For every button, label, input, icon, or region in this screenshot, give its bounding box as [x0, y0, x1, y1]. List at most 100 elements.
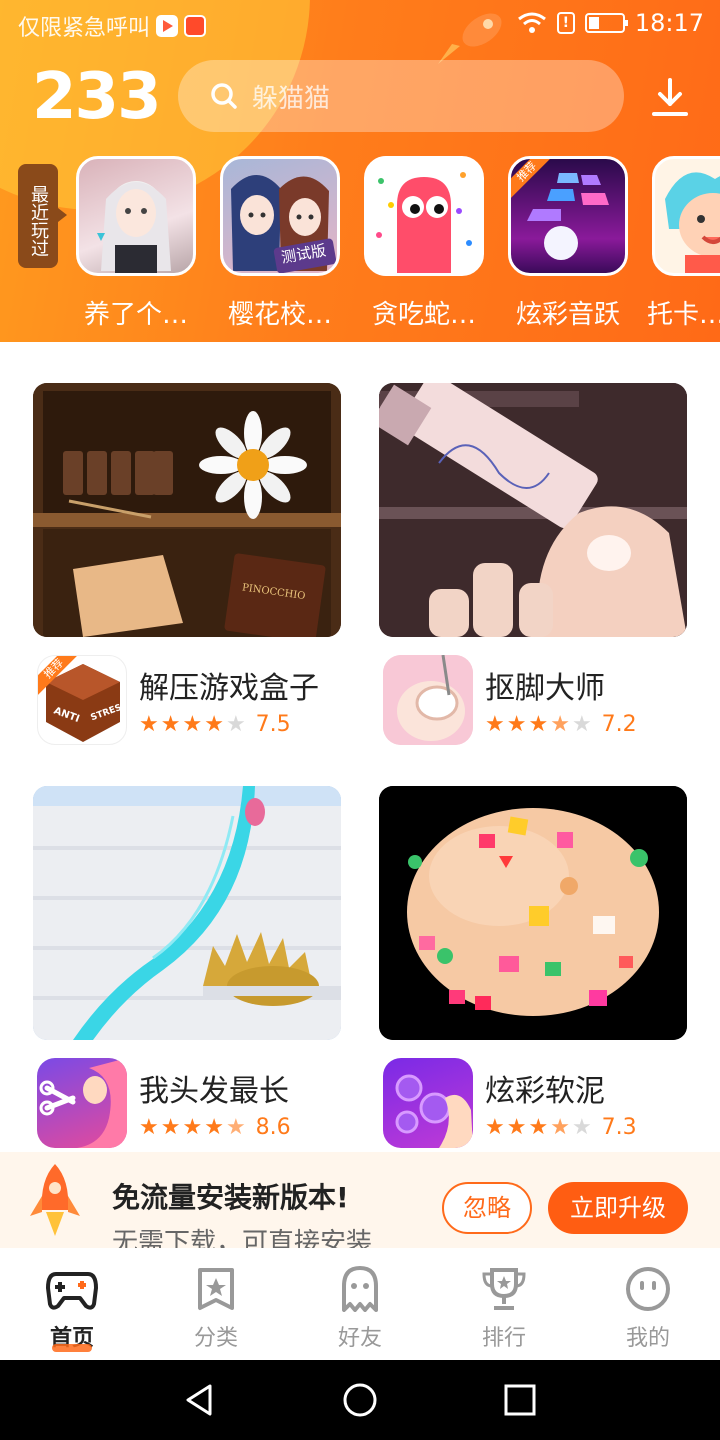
recommend-badge: 推荐: [38, 656, 78, 696]
home-icon[interactable]: [342, 1382, 378, 1418]
search-placeholder: 躲猫猫: [252, 83, 331, 114]
tab-ranking[interactable]: 排行: [432, 1248, 576, 1360]
smiley-profile-icon: [626, 1267, 670, 1311]
game-score: 7.5: [255, 712, 291, 737]
game-card[interactable]: 抠脚大师 ★ ★ ★ ★ ★ 7.2: [379, 383, 689, 747]
star-icon: ★: [204, 712, 224, 737]
tab-category[interactable]: 分类: [144, 1248, 288, 1360]
recently-played-list: 养了个… 测试版 樱花校… 贪吃蛇… 推荐 炫彩音跃 托卡…: [76, 156, 720, 331]
game-title: 我头发最长: [139, 1074, 289, 1109]
recently-played-tag: 最近玩过: [18, 164, 67, 268]
tab-home[interactable]: 首页: [0, 1248, 144, 1360]
recent-game-item[interactable]: 推荐 炫彩音跃: [508, 156, 628, 331]
tab-profile[interactable]: 我的: [576, 1248, 720, 1360]
rocket-icon: [30, 1164, 80, 1236]
recent-game-item[interactable]: 托卡…: [647, 156, 720, 331]
status-time: 18:17: [634, 9, 704, 37]
game-rating: ★ ★ ★ ★ ★ 7.2: [485, 711, 637, 739]
game-screenshot[interactable]: PINOCCHIO: [33, 383, 341, 637]
snake-icon: [364, 156, 484, 276]
star-icon: ★: [528, 712, 549, 737]
star-icon: ★: [506, 1115, 527, 1140]
recent-game-name: 托卡…: [647, 300, 720, 330]
play-notification-icon: [156, 15, 179, 37]
sakura-school-icon: 测试版: [220, 156, 340, 276]
anime-girl-icon: [76, 156, 196, 276]
game-screenshot[interactable]: [379, 383, 687, 637]
header: 仅限紧急呼叫 ! 18:17 233 躲猫猫 最近玩过 养了个… 测试版 樱花校…: [0, 0, 720, 342]
recent-game-item[interactable]: 养了个…: [76, 156, 196, 331]
recent-game-item[interactable]: 贪吃蛇…: [364, 156, 484, 331]
upgrade-now-button[interactable]: 立即升级: [548, 1182, 688, 1234]
star-icon: ★: [528, 1115, 549, 1140]
longest-hair-app-icon[interactable]: [37, 1058, 127, 1148]
game-rating: ★ ★ ★ ★ ★ 8.6: [139, 1114, 291, 1142]
star-icon: ★: [506, 712, 527, 737]
recommend-badge: 推荐: [511, 159, 551, 199]
star-icon: ★: [160, 1115, 181, 1140]
download-icon[interactable]: [650, 76, 690, 120]
star-icon: ★: [160, 712, 181, 737]
game-title: 炫彩软泥: [485, 1074, 605, 1109]
star-icon: ★: [139, 712, 159, 737]
foot-master-app-icon[interactable]: [383, 655, 473, 745]
star-icon: ★: [225, 712, 246, 737]
ignore-button[interactable]: 忽略: [442, 1182, 532, 1234]
slime-app-icon[interactable]: [383, 1058, 473, 1148]
game-score: 7.3: [601, 1115, 637, 1140]
music-tiles-icon: 推荐: [508, 156, 628, 276]
upgrade-subtitle: 无需下载，可直接安装: [112, 1228, 373, 1248]
emergency-call-text: 仅限紧急呼叫: [18, 16, 151, 41]
game-meta: 我头发最长 ★ ★ ★ ★ ★ 8.6: [33, 1058, 343, 1150]
star-icon: ★: [225, 1115, 246, 1140]
game-meta: ANTI STRESS 推荐 解压游戏盒子 ★ ★ ★ ★ ★ 7.5: [33, 655, 343, 747]
star-icon: ★: [571, 1115, 592, 1140]
game-title: 抠脚大师: [485, 671, 605, 706]
sim-alert-icon: !: [556, 12, 575, 34]
system-nav-bar: [0, 1360, 720, 1440]
game-rating: ★ ★ ★ ★ ★ 7.5: [139, 711, 291, 739]
toca-icon: [652, 156, 720, 276]
game-score: 7.2: [601, 712, 637, 737]
game-card[interactable]: 我头发最长 ★ ★ ★ ★ ★ 8.6: [33, 786, 343, 1150]
game-score: 8.6: [255, 1115, 291, 1140]
status-left: 仅限紧急呼叫: [18, 10, 207, 42]
tab-label: 分类: [193, 1326, 238, 1351]
game-card[interactable]: PINOCCHIO ANTI STRESS 推荐 解压游戏盒子 ★ ★ ★ ★ …: [33, 383, 343, 747]
game-meta: 抠脚大师 ★ ★ ★ ★ ★ 7.2: [379, 655, 689, 747]
star-icon: ★: [485, 712, 505, 737]
app-notification-icon: [184, 15, 207, 37]
game-screenshot[interactable]: [379, 786, 687, 1040]
game-title: 解压游戏盒子: [139, 671, 319, 706]
status-bar: 仅限紧急呼叫 ! 18:17: [0, 0, 720, 52]
search-bar[interactable]: 躲猫猫: [178, 60, 624, 132]
trophy-icon: [482, 1268, 526, 1310]
wifi-icon: [517, 12, 546, 33]
anti-stress-app-icon[interactable]: ANTI STRESS 推荐: [37, 655, 127, 745]
app-logo: 233: [32, 60, 162, 134]
star-icon: ★: [139, 1115, 159, 1140]
recent-game-name: 贪吃蛇…: [371, 300, 476, 330]
game-card[interactable]: 炫彩软泥 ★ ★ ★ ★ ★ 7.3: [379, 786, 689, 1150]
recent-game-item[interactable]: 测试版 樱花校…: [220, 156, 340, 331]
tab-label: 好友: [337, 1326, 382, 1351]
star-icon: ★: [571, 712, 592, 737]
recent-apps-icon[interactable]: [502, 1382, 538, 1418]
status-right: ! 18:17: [517, 9, 704, 37]
search-icon: [211, 83, 237, 109]
tab-label: 我的: [625, 1326, 670, 1351]
gamepad-icon: [46, 1272, 98, 1310]
star-icon: ★: [550, 712, 570, 737]
star-icon: ★: [182, 712, 203, 737]
back-icon[interactable]: [182, 1382, 218, 1418]
recent-game-name: 炫彩音跃: [515, 300, 620, 330]
category-star-icon: [198, 1268, 234, 1310]
ghost-friend-icon: [342, 1266, 378, 1312]
active-tab-indicator: [52, 1344, 92, 1352]
star-icon: ★: [485, 1115, 505, 1140]
recent-game-name: 樱花校…: [227, 300, 332, 330]
star-icon: ★: [182, 1115, 203, 1140]
tab-friends[interactable]: 好友: [288, 1248, 432, 1360]
upgrade-banner: 免流量安装新版本! 无需下载，可直接安装 忽略 立即升级: [0, 1152, 720, 1248]
game-screenshot[interactable]: [33, 786, 341, 1040]
